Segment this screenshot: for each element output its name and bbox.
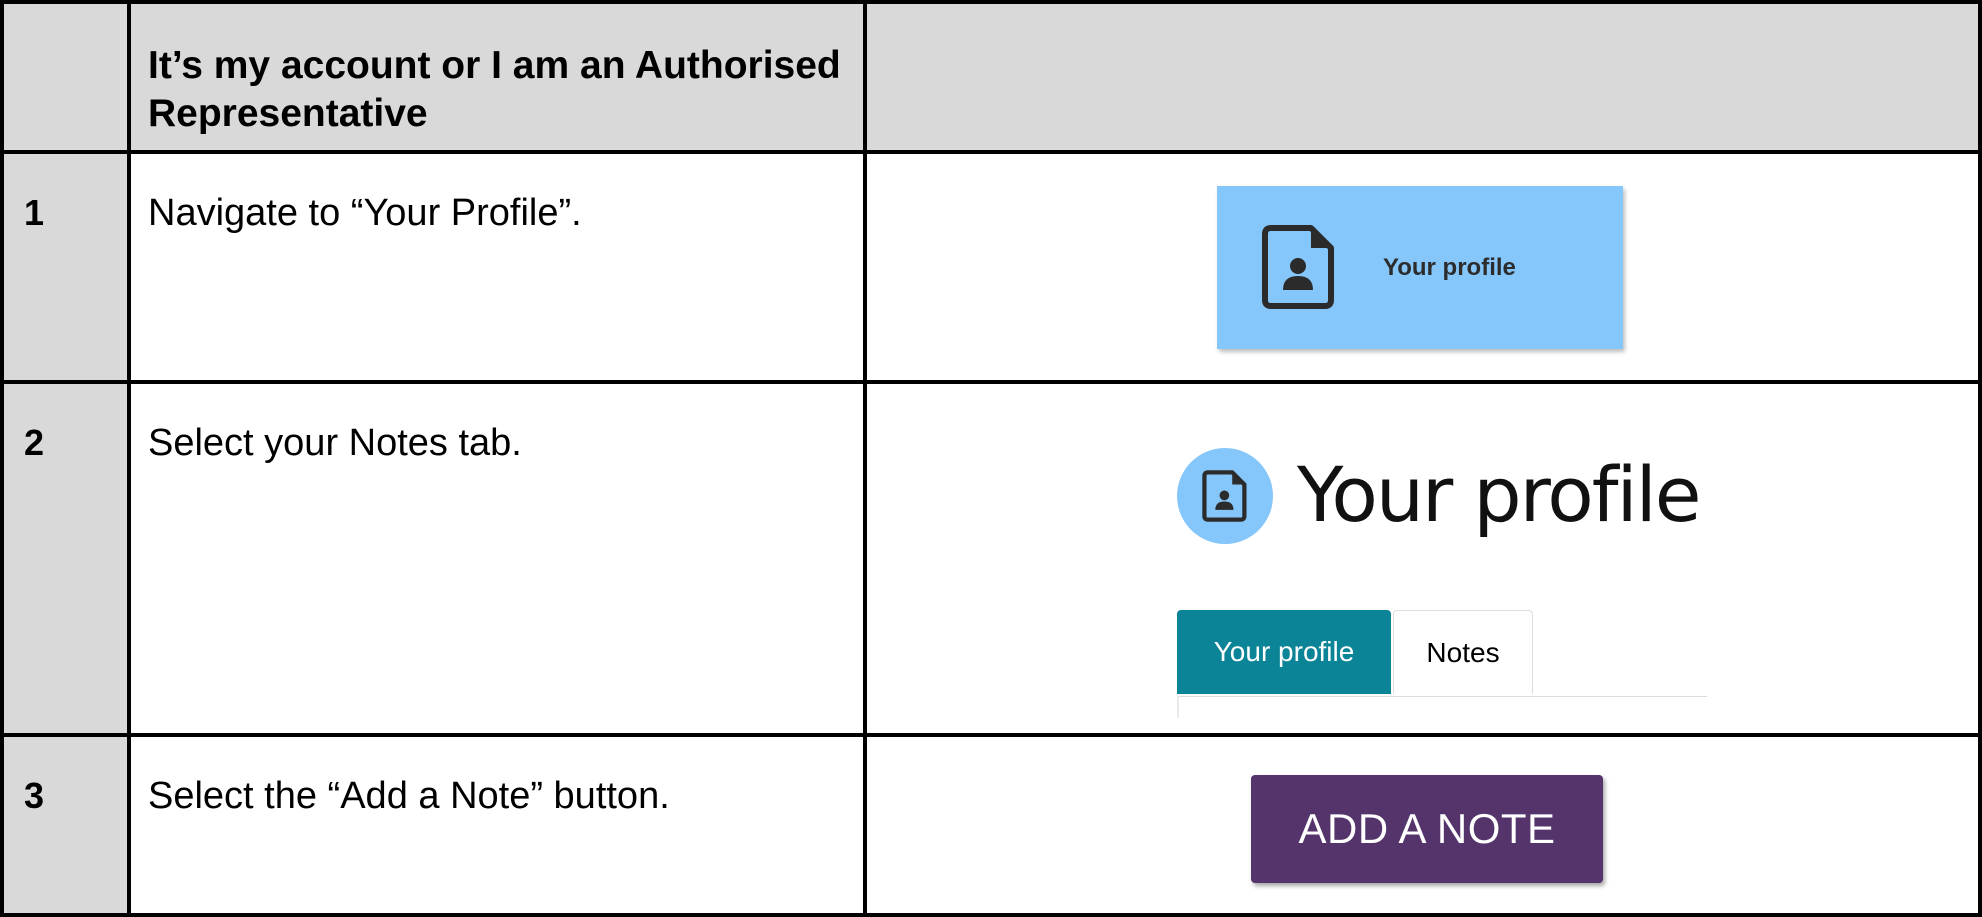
tab-notes[interactable]: Notes <box>1393 610 1533 694</box>
header-number-cell <box>0 0 131 154</box>
tile-label: Your profile <box>1383 254 1516 281</box>
step-number: 1 <box>0 150 131 384</box>
step-image-cell: Your profile <box>863 150 1982 384</box>
step-instruction: Select the “Add a Note” button. <box>127 733 867 917</box>
step-instruction: Select your Notes tab. <box>127 380 867 737</box>
table-row: 3 Select the “Add a Note” button. ADD A … <box>0 733 1982 917</box>
step-image-cell: Your profile Your profile Notes <box>863 380 1982 737</box>
page-title: Your profile <box>1297 450 1701 539</box>
your-profile-tile[interactable]: Your profile <box>1217 186 1623 349</box>
instructions-table: It’s my account or I am an Authorised Re… <box>0 0 1982 917</box>
tab-your-profile[interactable]: Your profile <box>1177 610 1391 694</box>
profile-document-icon <box>1202 470 1247 522</box>
profile-tabs: Your profile Notes <box>1177 610 1707 697</box>
profile-document-icon <box>1262 225 1334 309</box>
table-row: 2 Select your Notes tab. Your profile Yo… <box>0 380 1982 737</box>
tab-panel-edge <box>1177 696 1179 718</box>
profile-avatar <box>1177 448 1273 544</box>
step-instruction: Navigate to “Your Profile”. <box>127 150 867 384</box>
header-image-cell <box>863 0 1982 154</box>
table-header-row: It’s my account or I am an Authorised Re… <box>0 0 1982 154</box>
step-number: 3 <box>0 733 131 917</box>
header-instruction-cell: It’s my account or I am an Authorised Re… <box>127 0 867 154</box>
table-row: 1 Navigate to “Your Profile”. Your profi… <box>0 150 1982 384</box>
step-number: 2 <box>0 380 131 737</box>
step-image-cell: ADD A NOTE <box>863 733 1982 917</box>
add-note-button[interactable]: ADD A NOTE <box>1251 775 1603 883</box>
